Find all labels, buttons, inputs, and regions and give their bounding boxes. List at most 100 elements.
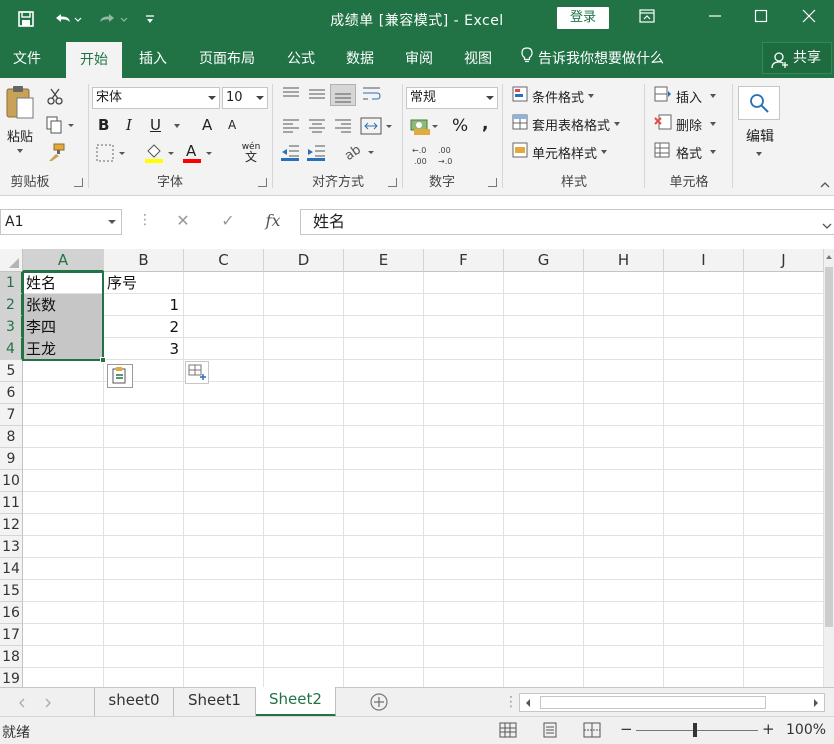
align-bottom-icon[interactable] [330, 84, 356, 106]
cell-b2[interactable]: 1 [107, 294, 179, 316]
zoom-out-button[interactable]: − [620, 720, 633, 738]
vertical-scroll-thumb[interactable] [825, 267, 833, 627]
alignment-launcher-icon[interactable] [388, 178, 397, 187]
column-header-g[interactable]: G [504, 249, 584, 272]
row-header-1[interactable]: 1 [0, 272, 23, 294]
conditional-format-button[interactable]: 条件格式 [512, 86, 595, 106]
row-header-17[interactable]: 17 [0, 624, 23, 646]
number-format-combo[interactable]: 常规 [406, 87, 498, 109]
orientation-icon[interactable]: ab [342, 142, 376, 166]
cell-styles-button[interactable]: 单元格样式 [512, 142, 608, 162]
tab-formulas[interactable]: 公式 [276, 38, 326, 78]
copy-icon[interactable] [46, 116, 74, 138]
tab-page-layout[interactable]: 页面布局 [186, 38, 268, 78]
format-cells-button[interactable]: 格式 [654, 142, 717, 162]
column-header-h[interactable]: H [584, 249, 664, 272]
tab-data[interactable]: 数据 [334, 38, 386, 78]
prev-sheet-icon[interactable] [18, 697, 26, 712]
paste-options-icon[interactable] [107, 364, 133, 388]
scroll-left-icon[interactable] [524, 698, 532, 708]
column-header-a[interactable]: A [23, 249, 104, 272]
font-launcher-icon[interactable] [258, 178, 267, 187]
fill-color-icon[interactable] [144, 142, 176, 168]
new-sheet-icon[interactable] [369, 692, 389, 716]
increase-indent-icon[interactable] [306, 144, 326, 166]
currency-icon[interactable] [410, 116, 440, 140]
row-header-10[interactable]: 10 [0, 470, 23, 492]
login-button[interactable]: 登录 [557, 7, 609, 29]
expand-formula-bar-icon[interactable] [822, 219, 832, 234]
grow-font-button[interactable]: A [202, 116, 212, 134]
sheet-tab-active[interactable]: Sheet2 [256, 687, 336, 717]
row-header-16[interactable]: 16 [0, 602, 23, 624]
column-header-d[interactable]: D [264, 249, 344, 272]
horizontal-scrollbar[interactable] [519, 693, 825, 712]
zoom-in-button[interactable]: + [762, 720, 775, 738]
zoom-slider-thumb[interactable] [693, 723, 697, 737]
share-button[interactable]: 共享 [762, 42, 832, 74]
vertical-scrollbar[interactable] [824, 249, 834, 687]
worksheet-grid[interactable]: A B C D E F G H I J 1 2 3 4 5 6 7 8 9 10 11 12 13 14 15 16 17 18 19 姓… [0, 249, 824, 687]
tell-me-search[interactable]: 告诉我你想要做什么 [520, 38, 690, 78]
search-icon[interactable] [738, 86, 780, 120]
tab-split-handle-icon[interactable]: ⋮ [504, 694, 518, 710]
font-size-combo[interactable]: 10 [222, 87, 268, 109]
align-left-icon[interactable] [282, 118, 300, 138]
align-right-icon[interactable] [334, 118, 352, 138]
align-middle-icon[interactable] [308, 86, 326, 106]
italic-button[interactable]: I [126, 116, 132, 134]
row-header-14[interactable]: 14 [0, 558, 23, 580]
underline-dropdown-icon[interactable] [174, 124, 180, 128]
insert-cells-button[interactable]: 插入 [654, 86, 717, 106]
row-header-9[interactable]: 9 [0, 448, 23, 470]
row-header-3[interactable]: 3 [0, 316, 23, 338]
cut-icon[interactable] [46, 88, 64, 110]
borders-icon[interactable] [96, 144, 126, 166]
ribbon-display-icon[interactable] [632, 6, 662, 30]
row-header-6[interactable]: 6 [0, 382, 23, 404]
collapse-ribbon-icon[interactable] [820, 178, 830, 193]
cancel-icon[interactable]: ✕ [170, 211, 196, 230]
quick-analysis-icon[interactable] [185, 361, 209, 384]
tab-view[interactable]: 视图 [452, 38, 504, 78]
row-header-4[interactable]: 4 [0, 338, 23, 360]
formula-input[interactable]: 姓名 [300, 209, 834, 235]
align-center-icon[interactable] [308, 118, 326, 138]
column-header-b[interactable]: B [104, 249, 184, 272]
font-name-combo[interactable]: 宋体 [92, 87, 220, 109]
column-header-e[interactable]: E [344, 249, 424, 272]
tab-file[interactable]: 文件 [0, 38, 54, 78]
editing-dropdown-icon[interactable] [756, 152, 762, 156]
row-header-11[interactable]: 11 [0, 492, 23, 514]
underline-button[interactable]: U [150, 116, 161, 134]
horizontal-scroll-thumb[interactable] [540, 696, 766, 709]
decrease-decimal-icon[interactable]: .00 →.0 [438, 144, 460, 170]
row-header-12[interactable]: 12 [0, 514, 23, 536]
insert-function-icon[interactable]: fx [260, 211, 286, 230]
formula-bar-handle-icon[interactable]: ⋮ [132, 212, 158, 228]
scroll-right-icon[interactable] [812, 698, 820, 708]
tab-review[interactable]: 审阅 [394, 38, 444, 78]
column-header-c[interactable]: C [184, 249, 264, 272]
row-header-7[interactable]: 7 [0, 404, 23, 426]
close-icon[interactable] [794, 6, 824, 30]
shrink-font-button[interactable]: A [228, 118, 236, 132]
next-sheet-icon[interactable] [44, 697, 52, 712]
format-painter-icon[interactable] [46, 142, 66, 166]
paste-button[interactable]: 粘贴 [2, 84, 38, 156]
sheet-tab[interactable]: Sheet1 [174, 688, 256, 716]
enter-icon[interactable]: ✓ [215, 211, 241, 230]
column-header-j[interactable]: J [744, 249, 824, 272]
row-header-19[interactable]: 19 [0, 668, 23, 687]
merge-center-icon[interactable] [360, 116, 394, 140]
row-header-15[interactable]: 15 [0, 580, 23, 602]
percent-button[interactable]: % [452, 116, 468, 136]
name-box[interactable]: A1 [0, 209, 122, 235]
scroll-up-icon[interactable] [825, 253, 833, 261]
column-header-i[interactable]: I [664, 249, 744, 272]
font-color-icon[interactable]: A [182, 142, 216, 168]
fill-handle[interactable] [100, 357, 106, 363]
page-break-view-icon[interactable] [582, 721, 604, 739]
cell-b4[interactable]: 3 [107, 338, 179, 360]
delete-cells-button[interactable]: 删除 [654, 114, 717, 134]
